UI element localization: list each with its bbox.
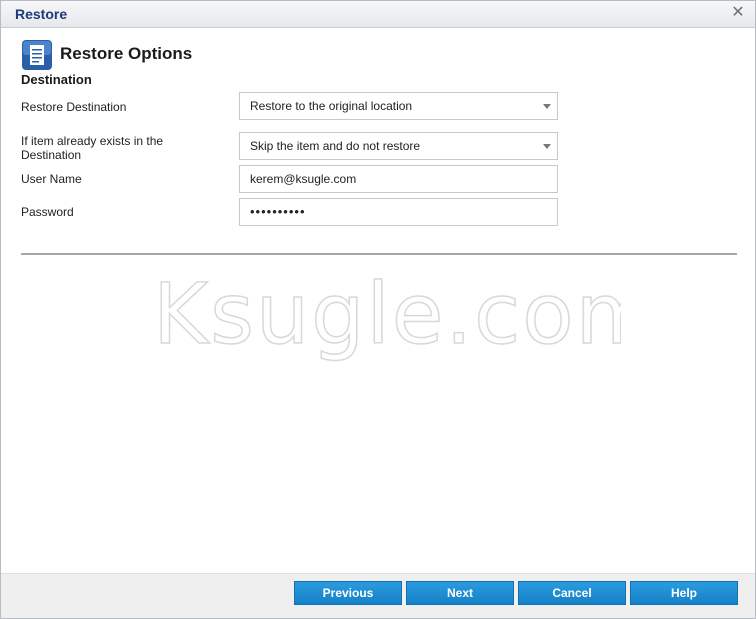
restore-destination-select[interactable]: Restore to the original location (239, 92, 558, 120)
restore-dialog: Restore ✕ Restore Options Destination Re… (0, 0, 756, 619)
restore-destination-label: Restore Destination (21, 100, 127, 114)
restore-destination-value: Restore to the original location (250, 99, 413, 113)
if-exists-label: If item already exists in the Destinatio… (21, 134, 163, 162)
user-name-label: User Name (21, 172, 82, 186)
password-label: Password (21, 205, 74, 219)
chevron-down-icon[interactable] (543, 144, 551, 149)
button-bar: Previous Next Cancel Help (1, 573, 755, 618)
page-title: Restore Options (60, 44, 193, 63)
document-list-icon (22, 40, 52, 70)
if-exists-select[interactable]: Skip the item and do not restore (239, 132, 558, 160)
title-bar[interactable]: Restore ✕ (1, 1, 755, 28)
watermark: Ksugle.com (152, 264, 621, 363)
help-button[interactable]: Help (630, 581, 738, 605)
watermark-text: Ksugle.com (153, 265, 621, 363)
chevron-down-icon[interactable] (543, 104, 551, 109)
if-exists-label-line1: If item already exists in the (21, 134, 164, 148)
cancel-button[interactable]: Cancel (518, 581, 626, 605)
if-exists-value: Skip the item and do not restore (250, 139, 421, 153)
user-name-input[interactable] (239, 165, 558, 193)
next-button[interactable]: Next (406, 581, 514, 605)
previous-button[interactable]: Previous (294, 581, 402, 605)
section-title-destination: Destination (21, 72, 92, 87)
window-title: Restore (15, 6, 68, 22)
password-input[interactable]: •••••••••• (239, 198, 558, 226)
section-divider (21, 253, 737, 255)
if-exists-label-line2: Destination (21, 148, 82, 162)
close-icon[interactable]: ✕ (729, 4, 747, 22)
